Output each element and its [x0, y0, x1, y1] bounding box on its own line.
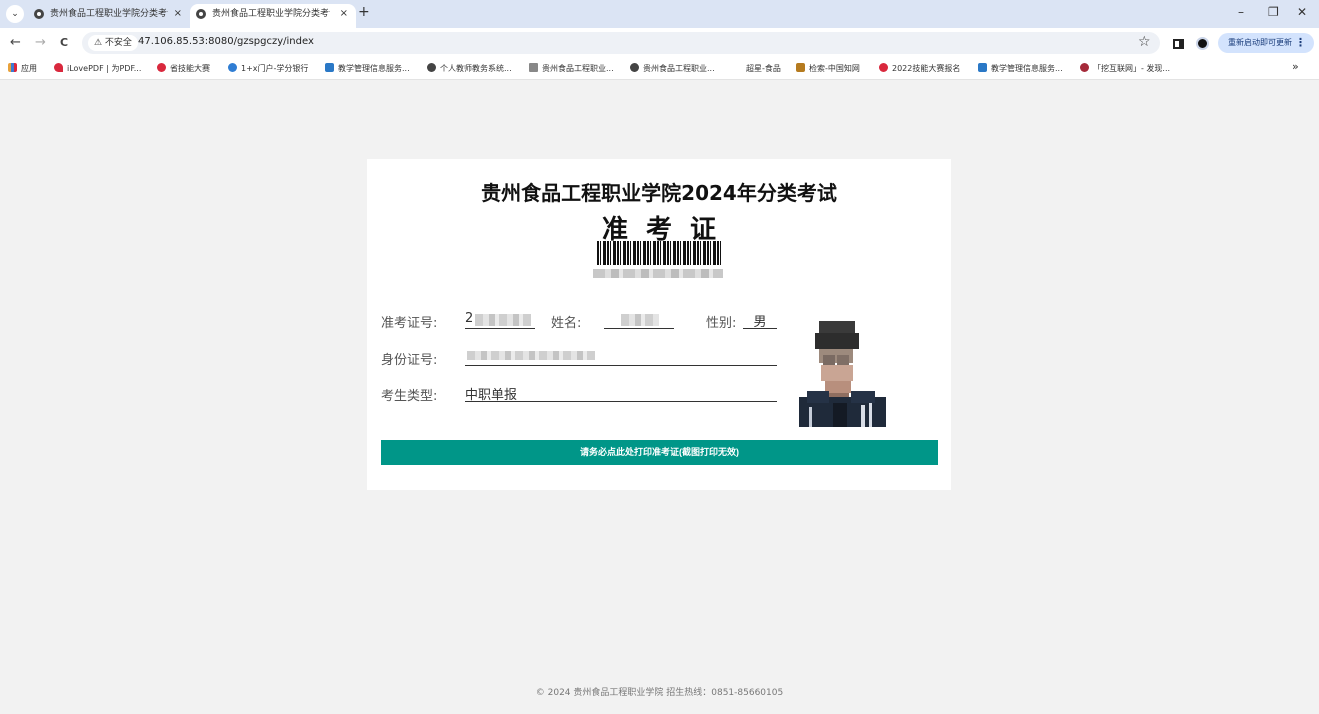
globe-icon: [34, 9, 44, 19]
bookmark-item[interactable]: 2022技能大赛报名: [879, 63, 960, 74]
bookmark-item[interactable]: 1+x门户-学分银行: [228, 63, 308, 74]
update-button-label: 重新启动即可更新: [1228, 38, 1292, 47]
tab-title: 贵州食品工程职业学院分类考试: [50, 9, 168, 19]
bookmark-item[interactable]: 超星-食品: [746, 63, 781, 74]
contest-logo-icon: [157, 63, 166, 72]
bookmark-item[interactable]: iLovePDF | 为PDF...: [54, 63, 141, 74]
school-icon: [529, 63, 538, 72]
name-redacted: [621, 314, 659, 326]
credit-bank-icon: [228, 63, 237, 72]
bookmark-item[interactable]: 贵州食品工程职业...: [529, 63, 614, 74]
reload-button[interactable]: C: [60, 36, 68, 49]
wahulian-icon: [1080, 63, 1089, 72]
tab-2-active[interactable]: 贵州食品工程职业学院分类考试 ×: [190, 4, 356, 28]
edu-system-icon: [978, 63, 987, 72]
print-ticket-button[interactable]: 请务必点此处打印准考证(截图打印无效): [381, 440, 938, 465]
restore-button[interactable]: ❐: [1268, 5, 1279, 19]
side-panel-icon[interactable]: [1173, 39, 1184, 49]
browser-toolbar: ← → C ⚠ 不安全 47.106.85.53:8080/gzspgczy/i…: [0, 28, 1319, 58]
tab-search-chevron-icon[interactable]: ⌄: [6, 5, 24, 23]
globe-icon: [630, 63, 639, 72]
edu-system-icon: [325, 63, 334, 72]
address-bar[interactable]: ⚠ 不安全 47.106.85.53:8080/gzspgczy/index: [82, 32, 1160, 54]
tab-1[interactable]: 贵州食品工程职业学院分类考试 ×: [28, 4, 190, 28]
heart-icon: [54, 63, 63, 72]
globe-icon: [427, 63, 436, 72]
exam-number-redacted: [475, 314, 531, 326]
bookmark-item[interactable]: 检索-中国知网: [796, 63, 860, 74]
close-window-button[interactable]: ✕: [1297, 5, 1307, 19]
barcode: [597, 241, 721, 265]
bookmark-star-icon[interactable]: ☆: [1138, 34, 1151, 50]
close-tab-icon[interactable]: ×: [174, 4, 182, 24]
contest-logo-icon: [879, 63, 888, 72]
bookmark-item[interactable]: 教学管理信息服务...: [325, 63, 410, 74]
bookmark-item[interactable]: 省技能大赛: [157, 63, 210, 74]
bookmark-item[interactable]: 贵州食品工程职业...: [630, 63, 715, 74]
bookmarks-more-icon[interactable]: »: [1292, 60, 1299, 73]
apps-grid-icon: [8, 63, 17, 72]
school-exam-title: 贵州食品工程职业学院2024年分类考试: [481, 181, 837, 205]
bookmarks-bar: 应用 iLovePDF | 为PDF... 省技能大赛 1+x门户-学分银行 教…: [0, 58, 1319, 80]
profile-avatar[interactable]: [1196, 37, 1209, 50]
tab-title: 贵州食品工程职业学院分类考试: [212, 9, 330, 19]
minimize-button[interactable]: –: [1238, 5, 1244, 19]
security-chip[interactable]: ⚠ 不安全: [88, 35, 138, 51]
footer-copyright: © 2024 贵州食品工程职业学院 招生热线：0851-85660105: [535, 688, 784, 698]
back-button[interactable]: ←: [10, 35, 21, 50]
cnki-icon: [796, 63, 805, 72]
tab-bar: ⌄ 贵州食品工程职业学院分类考试 × 贵州食品工程职业学院分类考试 × + – …: [0, 0, 1319, 28]
update-button[interactable]: 重新启动即可更新 ⋮: [1218, 33, 1314, 53]
id-number-redacted: [467, 351, 595, 360]
candidate-photo: [799, 319, 886, 427]
menu-kebab-icon[interactable]: ⋮: [1295, 33, 1306, 53]
bookmark-item[interactable]: 个人教师教务系统...: [427, 63, 512, 74]
exam-number-label: 准考证号:: [381, 316, 438, 331]
candidate-type-label: 考生类型:: [381, 389, 438, 404]
name-label: 姓名:: [551, 316, 582, 331]
url-text[interactable]: 47.106.85.53:8080/gzspgczy/index: [138, 36, 314, 47]
id-number-label: 身份证号:: [381, 353, 438, 368]
close-tab-icon[interactable]: ×: [340, 4, 348, 24]
new-tab-button[interactable]: +: [358, 4, 370, 20]
barcode-number-redacted: [593, 269, 723, 278]
bookmark-apps[interactable]: 应用: [8, 63, 37, 74]
gender-label: 性别:: [706, 316, 737, 331]
bookmark-item[interactable]: 教学管理信息服务...: [978, 63, 1063, 74]
globe-icon: [196, 9, 206, 19]
gender-value: 男: [743, 311, 777, 330]
admission-ticket-card: 贵州食品工程职业学院2024年分类考试 准考证 准考证号: 2 姓名: 性别: …: [367, 159, 951, 490]
forward-button[interactable]: →: [35, 35, 46, 50]
bookmark-item[interactable]: 「挖互联网」- 发现...: [1080, 63, 1170, 74]
candidate-type-value: 中职单报: [465, 384, 777, 403]
